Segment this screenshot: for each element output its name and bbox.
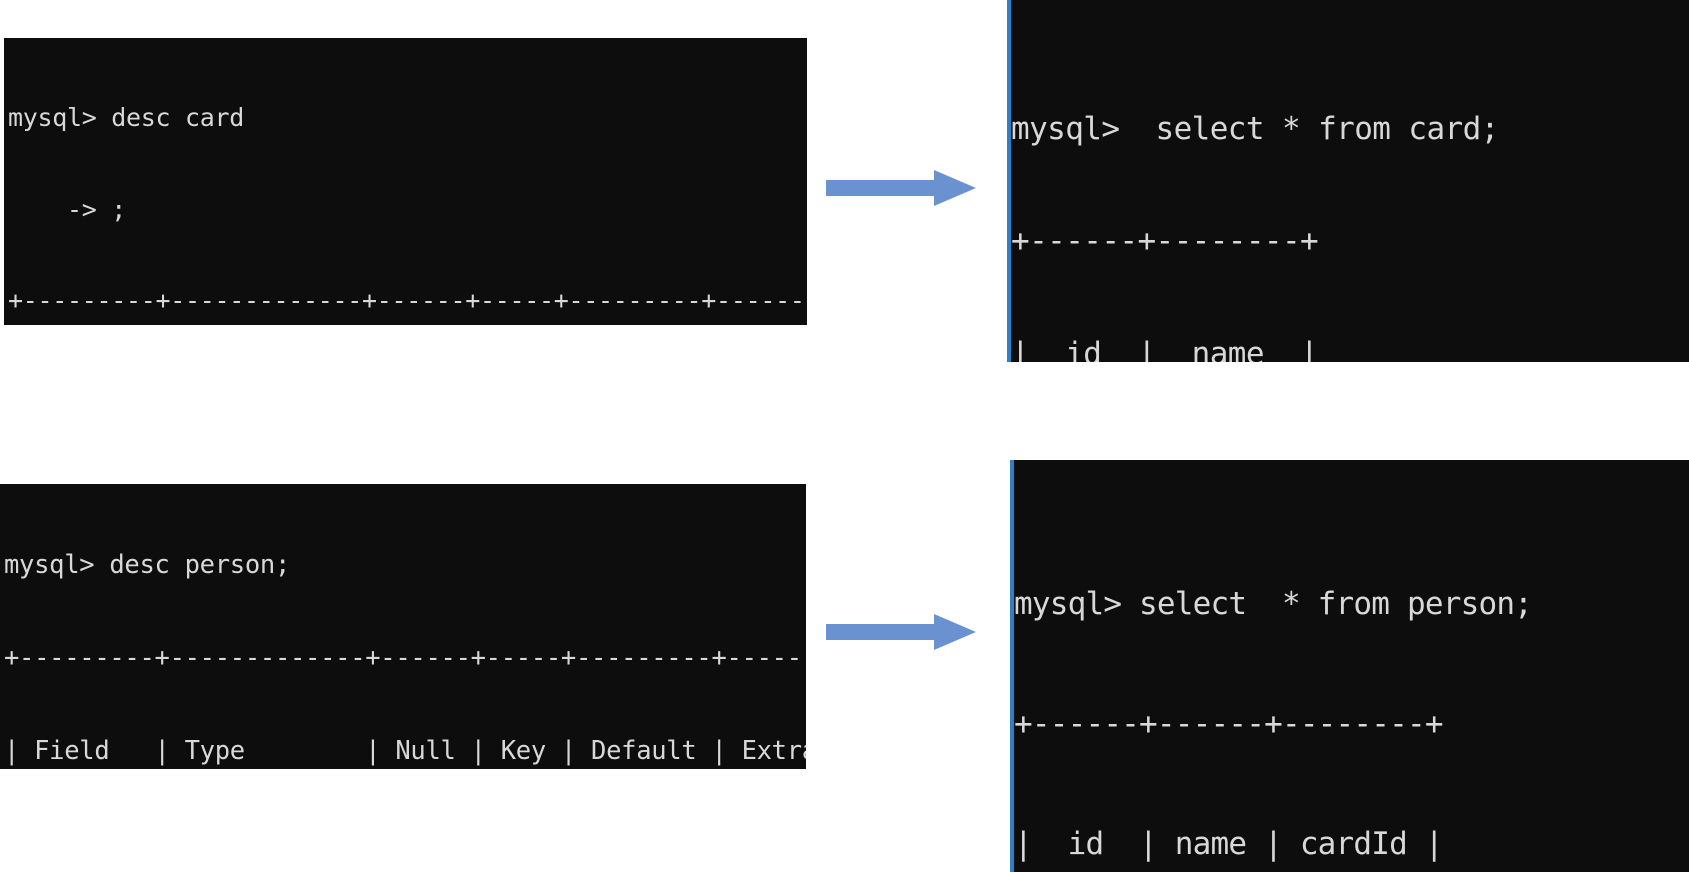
table-header-row: | Field | Type | Null | Key | Default | …: [4, 736, 806, 766]
terminal-desc-card: mysql> desc card -> ; +---------+-------…: [4, 38, 807, 325]
command-continuation-line: -> ;: [8, 194, 127, 224]
table-rule-top: +------+--------+: [1011, 223, 1319, 259]
command-prompt-line: mysql> desc card: [8, 103, 245, 132]
terminal-select-card: mysql> select * from card; +------+-----…: [1007, 0, 1689, 362]
command-prompt-line: mysql> select * from person;: [1014, 586, 1533, 622]
terminal-select-person: mysql> select * from person; +------+---…: [1010, 460, 1689, 872]
table-rule-top: +------+------+--------+: [1014, 706, 1444, 742]
panel-gutter-strip: [1007, 0, 1011, 362]
diagram-canvas: mysql> desc card -> ; +---------+-------…: [0, 0, 1689, 872]
command-prompt-line: mysql> desc person;: [4, 550, 290, 580]
flow-arrow-card: [826, 168, 976, 208]
command-prompt-line: mysql> select * from card;: [1011, 110, 1499, 147]
table-rule-top: +---------+-------------+------+-----+--…: [8, 286, 807, 315]
flow-arrow-person: [826, 612, 976, 652]
table-rule-top: +---------+-------------+------+-----+--…: [4, 643, 806, 673]
panel-gutter-strip: [1010, 460, 1014, 872]
table-header-row: | id | name |: [1011, 335, 1319, 363]
table-header-row: | id | name | cardId |: [1014, 826, 1444, 862]
terminal-desc-person: mysql> desc person; +---------+---------…: [0, 484, 806, 769]
